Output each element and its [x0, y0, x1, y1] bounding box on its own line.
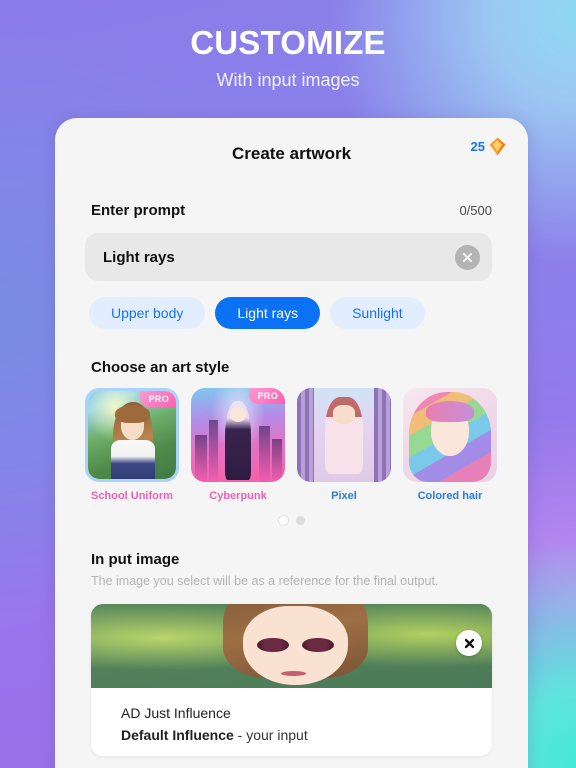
pro-badge: PRO: [139, 391, 176, 407]
artwork-colored-hair: [403, 388, 497, 482]
clear-prompt-icon[interactable]: [455, 244, 480, 270]
style-pagination: [55, 516, 528, 525]
close-icon: [464, 638, 474, 648]
close-glyph: [462, 252, 473, 262]
style-label: Colored hair: [417, 490, 483, 502]
prompt-input-value[interactable]: Light rays: [103, 249, 455, 266]
chip-upper-body[interactable]: Upper body: [89, 297, 206, 329]
art-style-list: PRO School Uniform PRO Cyberpunk Pixel C…: [85, 388, 528, 502]
hero-section: CUSTOMIZE With input images: [0, 0, 576, 93]
ad-line-2-rest: - your input: [233, 727, 308, 743]
style-thumbnail-image: [403, 388, 497, 482]
artwork-pixel: [297, 388, 391, 482]
page-subtitle: With input images: [216, 70, 360, 90]
input-image-title: In put image: [91, 551, 180, 568]
prompt-input[interactable]: Light rays: [85, 233, 492, 281]
page-title: CUSTOMIZE: [190, 24, 386, 61]
card-header: Create artwork 25: [55, 118, 528, 180]
ad-close-button[interactable]: [456, 630, 482, 656]
chip-sunlight[interactable]: Sunlight: [330, 297, 425, 329]
app-card: Create artwork 25 Enter prompt 0/500 Lig…: [55, 118, 528, 768]
prompt-label: Enter prompt: [91, 202, 186, 219]
style-thumbnail-image: [297, 388, 391, 482]
chip-label: Sunlight: [352, 305, 403, 321]
style-card-pixel[interactable]: Pixel: [297, 388, 391, 502]
credits-count: 25: [470, 139, 485, 154]
style-label: Pixel: [331, 490, 357, 502]
art-style-title: Choose an art style: [91, 359, 230, 376]
prompt-label-row: Enter prompt 0/500: [55, 202, 528, 219]
card-title: Create artwork: [231, 144, 352, 163]
ad-line-2-bold: Default Influence: [121, 727, 234, 743]
ad-text-body: AD Just Influence Default Influence - yo…: [91, 688, 492, 745]
style-thumbnail[interactable]: [297, 388, 391, 482]
style-thumbnail[interactable]: PRO: [85, 388, 179, 482]
suggestion-chip-list: Upper body Light rays Sunlight: [89, 297, 528, 329]
pagination-dot-2[interactable]: [295, 516, 305, 525]
style-thumbnail[interactable]: PRO: [191, 388, 285, 482]
style-card-school-uniform[interactable]: PRO School Uniform: [85, 388, 179, 502]
ad-line-2: Default Influence - your input: [121, 725, 492, 745]
style-label: School Uniform: [91, 490, 173, 502]
credits-badge[interactable]: 25: [471, 137, 506, 156]
ad-card[interactable]: AD Just Influence Default Influence - yo…: [91, 604, 492, 756]
style-label: Cyberpunk: [209, 490, 267, 502]
ad-image: [91, 604, 492, 688]
style-card-colored-hair[interactable]: Colored hair: [403, 388, 497, 502]
pagination-dot-1[interactable]: [278, 516, 288, 525]
chip-label: Upper body: [111, 305, 184, 321]
style-thumbnail[interactable]: [403, 388, 497, 482]
gem-icon: [489, 137, 506, 156]
input-image-subtitle: The image you select will be as a refere…: [91, 574, 439, 588]
chip-label: Light rays: [237, 305, 299, 321]
pro-badge: PRO: [248, 388, 285, 404]
chip-light-rays[interactable]: Light rays: [215, 297, 321, 329]
style-card-cyberpunk[interactable]: PRO Cyberpunk: [191, 388, 285, 502]
prompt-char-counter: 0/500: [459, 203, 492, 218]
ad-line-1: AD Just Influence: [121, 705, 231, 721]
